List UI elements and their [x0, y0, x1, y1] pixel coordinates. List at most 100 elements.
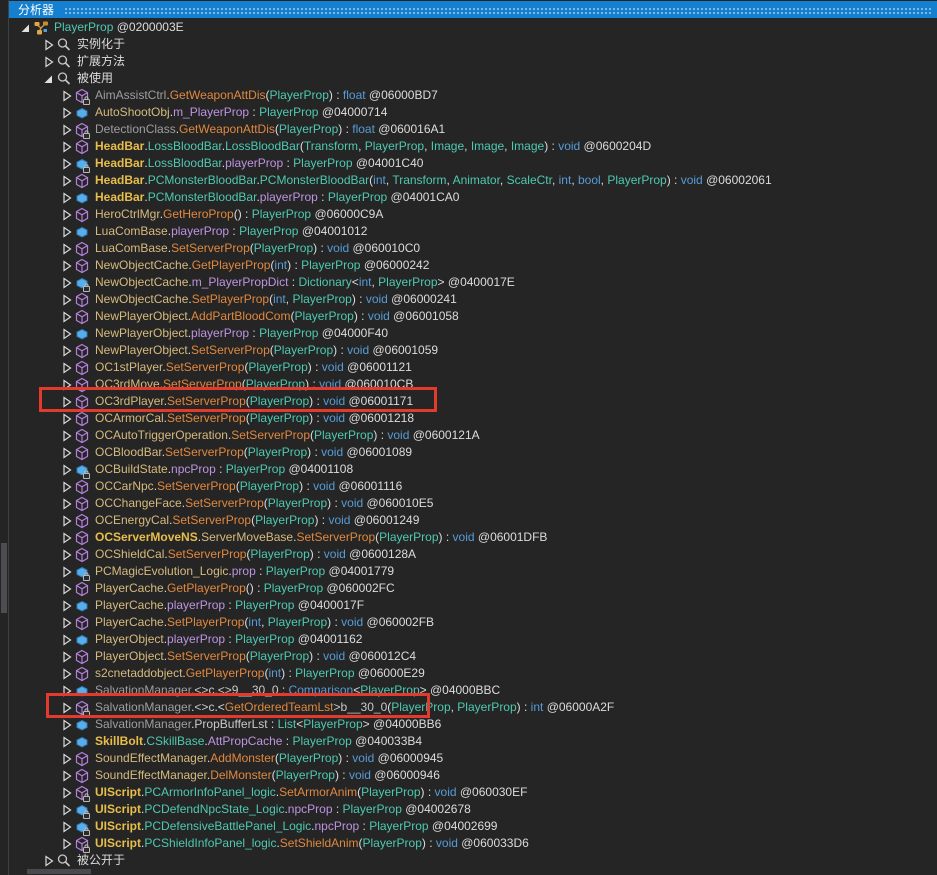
expander-collapsed-icon[interactable] [60, 377, 74, 393]
left-scrollbar[interactable] [0, 0, 9, 875]
analyzer-member-row[interactable]: SkillBolt.CSkillBase.AttPropCache : Play… [9, 733, 937, 750]
expander-collapsed-icon[interactable] [60, 428, 74, 444]
left-scrollbar-thumb[interactable] [1, 543, 7, 613]
expander-collapsed-icon[interactable] [60, 139, 74, 155]
expander-collapsed-icon[interactable] [60, 836, 74, 852]
tree-node-exposed-by[interactable]: 被公开于 [9, 852, 937, 867]
expander-collapsed-icon[interactable] [60, 802, 74, 818]
analyzer-member-row[interactable]: OCEnergyCal.SetServerProp(PlayerProp) : … [9, 512, 937, 529]
expander-collapsed-icon[interactable] [60, 598, 74, 614]
analyzer-member-row[interactable]: OC3rdMove.SetServerProp(PlayerProp) : vo… [9, 376, 937, 393]
analyzer-member-row[interactable]: AimAssistCtrl.GetWeaponAttDis(PlayerProp… [9, 87, 937, 105]
analyzer-member-row[interactable]: AutoShootObj.m_PlayerProp : PlayerProp @… [9, 104, 937, 121]
expander-collapsed-icon[interactable] [60, 819, 74, 835]
analyzer-member-row[interactable]: OC1stPlayer.SetServerProp(PlayerProp) : … [9, 359, 937, 376]
expander-collapsed-icon[interactable] [60, 360, 74, 376]
analyzer-member-row[interactable]: PCMagicEvolution_Logic.prop : PlayerProp… [9, 563, 937, 581]
expander-collapsed-icon[interactable] [60, 717, 74, 733]
analyzer-member-row[interactable]: OCAutoTriggerOperation.SetServerProp(Pla… [9, 427, 937, 444]
expander-collapsed-icon[interactable] [60, 666, 74, 682]
analyzer-member-row[interactable]: SalvationManager.<>c.<GetOrderedTeamLst>… [9, 699, 937, 717]
analyzer-member-row[interactable]: NewPlayerObject.AddPartBloodCom(PlayerPr… [9, 308, 937, 325]
analyzer-member-row[interactable]: OCBloodBar.SetServerProp(PlayerProp) : v… [9, 444, 937, 461]
analyzer-member-row[interactable]: OCCarNpc.SetServerProp(PlayerProp) : voi… [9, 478, 937, 495]
analyzer-member-row[interactable]: OCBuildState.npcProp : PlayerProp @04001… [9, 461, 937, 479]
analyzer-member-row[interactable]: PlayerCache.GetPlayerProp() : PlayerProp… [9, 580, 937, 597]
expander-collapsed-icon[interactable] [42, 853, 56, 868]
analyzer-member-row[interactable]: NewObjectCache.m_PlayerPropDict : Dictio… [9, 274, 937, 292]
expander-collapsed-icon[interactable] [60, 581, 74, 597]
expander-collapsed-icon[interactable] [60, 105, 74, 121]
expander-expanded-icon[interactable] [42, 71, 56, 87]
analyzer-member-row[interactable]: DetectionClass.GetWeaponAttDis(PlayerPro… [9, 121, 937, 139]
expander-collapsed-icon[interactable] [60, 615, 74, 631]
expander-collapsed-icon[interactable] [60, 275, 74, 291]
analyzer-member-row[interactable]: NewObjectCache.SetPlayerProp(int, Player… [9, 291, 937, 308]
expander-collapsed-icon[interactable] [60, 394, 74, 410]
analyzer-member-row[interactable]: UIScript.PCDefendNpcState_Logic.npcProp … [9, 801, 937, 819]
analyzer-member-row[interactable]: NewObjectCache.GetPlayerProp(int) : Play… [9, 257, 937, 274]
analyzer-member-row[interactable]: UIScript.PCDefensiveBattlePanel_Logic.np… [9, 818, 937, 836]
analyzer-member-row[interactable]: NewPlayerObject.playerProp : PlayerProp … [9, 325, 937, 342]
tree-node-extension-methods[interactable]: 扩展方法 [9, 53, 937, 70]
analyzer-member-row[interactable]: OC3rdPlayer.SetServerProp(PlayerProp) : … [9, 393, 937, 410]
analyzer-member-row[interactable]: OCArmorCal.SetServerProp(PlayerProp) : v… [9, 410, 937, 427]
expander-collapsed-icon[interactable] [60, 462, 74, 478]
expander-collapsed-icon[interactable] [60, 530, 74, 546]
expander-expanded-icon[interactable] [19, 20, 33, 36]
expander-collapsed-icon[interactable] [60, 224, 74, 240]
tree-node-instantiated-by[interactable]: 实例化于 [9, 36, 937, 53]
analyzer-member-row[interactable]: LuaComBase.playerProp : PlayerProp @0400… [9, 223, 937, 240]
expander-collapsed-icon[interactable] [60, 683, 74, 699]
analyzer-member-row[interactable]: HeadBar.LossBloodBar.playerProp : Player… [9, 155, 937, 173]
analyzer-member-row[interactable]: PlayerCache.SetPlayerProp(int, PlayerPro… [9, 614, 937, 631]
expander-collapsed-icon[interactable] [60, 258, 74, 274]
analyzer-member-row[interactable]: PlayerObject.playerProp : PlayerProp @04… [9, 631, 937, 648]
analyzer-member-row[interactable]: UIScript.PCArmorInfoPanel_logic.SetArmor… [9, 784, 937, 802]
analyzer-member-row[interactable]: UIScript.PCShieldInfoPanel_logic.SetShie… [9, 835, 937, 853]
expander-collapsed-icon[interactable] [60, 411, 74, 427]
analyzer-member-row[interactable]: HeadBar.LossBloodBar.LossBloodBar(Transf… [9, 138, 937, 155]
expander-collapsed-icon[interactable] [60, 751, 74, 767]
expander-collapsed-icon[interactable] [60, 343, 74, 359]
expander-collapsed-icon[interactable] [60, 156, 74, 172]
expander-collapsed-icon[interactable] [60, 564, 74, 580]
expander-collapsed-icon[interactable] [60, 479, 74, 495]
expander-collapsed-icon[interactable] [60, 700, 74, 716]
expander-collapsed-icon[interactable] [60, 785, 74, 801]
horizontal-scrollbar-thumb[interactable] [27, 869, 91, 874]
analyzer-member-row[interactable]: NewPlayerObject.SetServerProp(PlayerProp… [9, 342, 937, 359]
expander-collapsed-icon[interactable] [60, 445, 74, 461]
tree-node-used-by[interactable]: 被使用 [9, 70, 937, 87]
analyzer-member-row[interactable]: HeroCtrlMgr.GetHeroProp() : PlayerProp @… [9, 206, 937, 223]
analyzer-member-row[interactable]: PlayerObject.SetServerProp(PlayerProp) :… [9, 648, 937, 665]
analyzer-member-row[interactable]: OCServerMoveNS.ServerMoveBase.SetServerP… [9, 529, 937, 546]
panel-titlebar[interactable]: 分析器 [9, 1, 937, 18]
expander-collapsed-icon[interactable] [60, 768, 74, 784]
tree-root-row[interactable]: PlayerProp @0200003E [9, 19, 937, 36]
expander-collapsed-icon[interactable] [60, 207, 74, 223]
analyzer-member-row[interactable]: OCShieldCal.SetServerProp(PlayerProp) : … [9, 546, 937, 563]
expander-collapsed-icon[interactable] [60, 496, 74, 512]
analyzer-member-row[interactable]: SoundEffectManager.DelMonster(PlayerProp… [9, 767, 937, 784]
analyzer-member-row[interactable]: PlayerCache.playerProp : PlayerProp @040… [9, 597, 937, 614]
analyzer-member-row[interactable]: OCChangeFace.SetServerProp(PlayerProp) :… [9, 495, 937, 512]
analyzer-member-row[interactable]: s2cnetaddobject.GetPlayerProp(int) : Pla… [9, 665, 937, 682]
expander-collapsed-icon[interactable] [60, 632, 74, 648]
expander-collapsed-icon[interactable] [60, 513, 74, 529]
expander-collapsed-icon[interactable] [60, 122, 74, 138]
analyzer-member-row[interactable]: HeadBar.PCMonsterBloodBar.PCMonsterBlood… [9, 172, 937, 189]
analyzer-member-row[interactable]: LuaComBase.SetServerProp(PlayerProp) : v… [9, 240, 937, 257]
expander-collapsed-icon[interactable] [42, 37, 56, 53]
expander-collapsed-icon[interactable] [60, 241, 74, 257]
expander-collapsed-icon[interactable] [60, 173, 74, 189]
analyzer-member-row[interactable]: SalvationManager.PropBufferLst : List<Pl… [9, 716, 937, 733]
expander-collapsed-icon[interactable] [60, 88, 74, 104]
expander-collapsed-icon[interactable] [60, 326, 74, 342]
expander-collapsed-icon[interactable] [60, 309, 74, 325]
expander-collapsed-icon[interactable] [42, 54, 56, 70]
expander-collapsed-icon[interactable] [60, 734, 74, 750]
expander-collapsed-icon[interactable] [60, 547, 74, 563]
expander-collapsed-icon[interactable] [60, 190, 74, 206]
expander-collapsed-icon[interactable] [60, 292, 74, 308]
